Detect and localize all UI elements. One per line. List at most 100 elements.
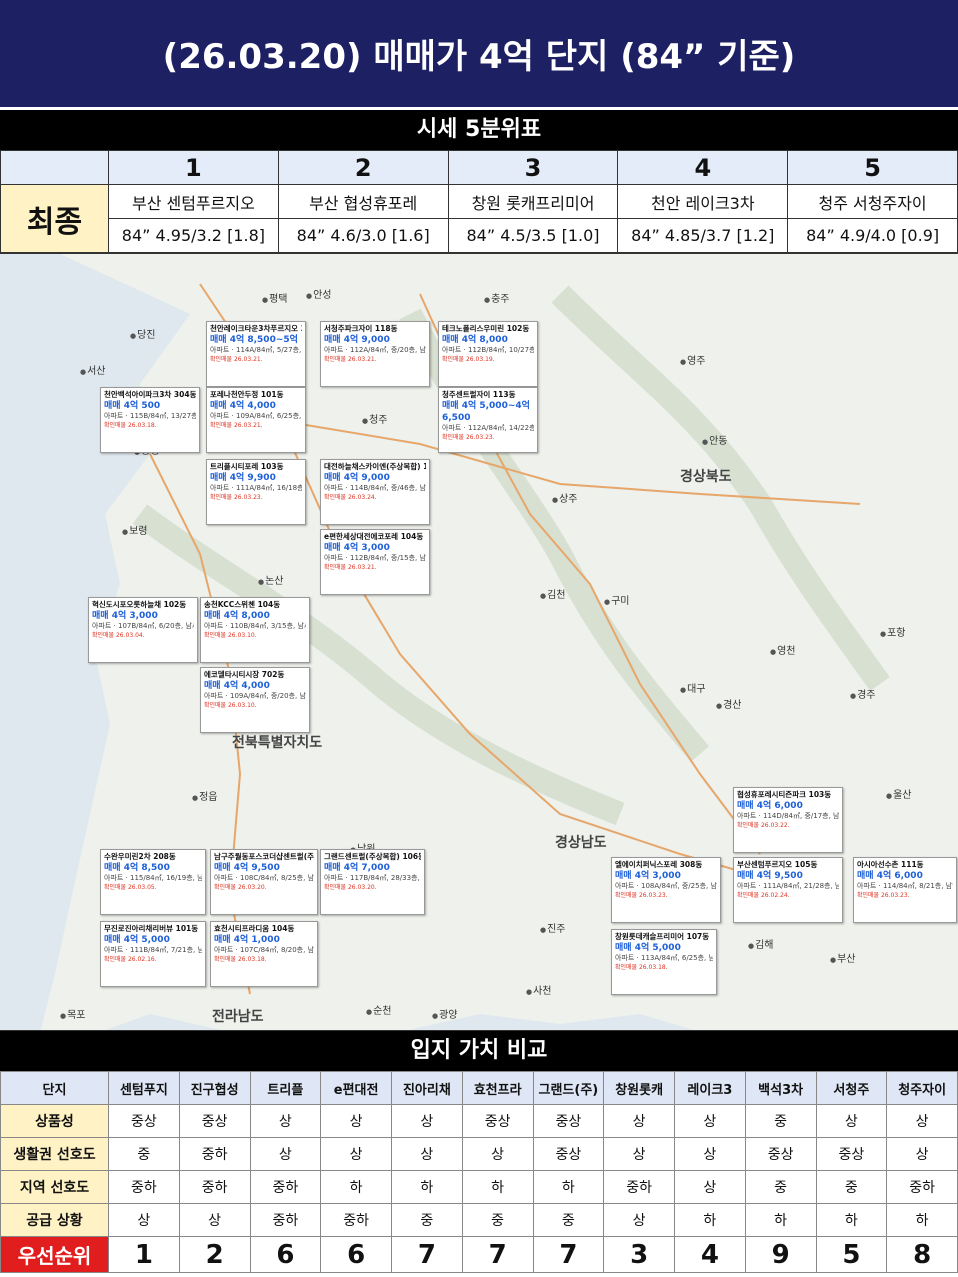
rating-cell: 중 <box>108 1137 180 1171</box>
rating-cell: 상 <box>320 1104 392 1138</box>
listing-card[interactable]: e편한세상대전에코포레 104동 매매 4억 3,000 아파트 · 112B/84… <box>320 529 430 595</box>
listing-desc: 아파트 · 110B/84㎡, 3/15층, 남서향 <box>204 622 306 631</box>
rating-cell: 상 <box>886 1104 958 1138</box>
listing-price: 매매 4억 9,000 <box>324 473 390 484</box>
listing-card[interactable]: 서청주파크자이 118동 매매 4억 9,000 아파트 · 112A/84㎡, 중… <box>320 321 430 387</box>
rating-cell: 중상 <box>108 1104 180 1138</box>
listing-card[interactable]: 아시아선수촌 111동매매 4억 6,000 아파트 · 114/84㎡, 8/2… <box>853 857 957 923</box>
rating-cell: 중 <box>744 1170 817 1204</box>
priority-cell: 6 <box>320 1236 392 1273</box>
city-label: 서산 <box>80 362 105 377</box>
region-label: 전북특별자치도 <box>232 735 323 751</box>
city-label: 상주 <box>552 490 577 505</box>
listing-card[interactable]: 혁신도시포오롯하늘채 102동 매매 4억 3,000 아파트 · 107B/84㎡… <box>88 597 198 663</box>
rating-cell: 상 <box>178 1203 251 1237</box>
listing-title: 엘에이치퍼닉스포레 308동 <box>615 860 703 869</box>
rating-cell: 하 <box>674 1203 746 1237</box>
listing-card[interactable]: 포레나천안두정 101동 매매 4억 4,000 아파트 · 109A/84㎡, 6… <box>206 387 306 453</box>
listing-card[interactable]: 그랜드센트럴(주상복합) 106동 매매 4억 7,000 아파트 · 117B/8… <box>320 849 425 915</box>
listing-card[interactable]: 창원롯데캐슬프리미어 107동 매매 4억 5,000 아파트 · 113A/84㎡… <box>611 929 717 995</box>
listing-desc: 아파트 · 112A/84㎡, 14/22층, 남동향 <box>442 424 534 433</box>
city-label: 안성 <box>306 286 331 301</box>
city-label: 포항 <box>880 624 905 639</box>
listing-title: 포레나천안두정 101동 <box>210 390 284 399</box>
rating-cell: 하 <box>744 1203 817 1237</box>
listing-date: 확인매물 26.03.23. <box>857 891 910 899</box>
listing-date: 확인매물 26.03.22. <box>737 821 790 829</box>
listing-price: 매매 4억 6,000 <box>857 871 923 882</box>
listing-price: 매매 4억 8,500 <box>104 863 170 874</box>
listing-title: 테크노폴리스우미린 102동 <box>442 324 530 333</box>
city-label: 정읍 <box>192 788 217 803</box>
rating-cell: 상 <box>391 1104 463 1138</box>
table-row: 지역 선호도 중하 중하 중하 하 하 하 하 중하 상 중 중 중하 <box>0 1170 958 1204</box>
listing-title: 창원롯데캐슬프리미어 107동 <box>615 932 710 941</box>
listing-desc: 아파트 · 114/84㎡, 8/21층, 남향 <box>857 882 953 891</box>
listing-card[interactable]: 천안레이크타운3차푸르지오 305동매매 4억 8,500~5억아파트 · 11… <box>206 321 306 387</box>
rating-cell: 하 <box>532 1170 605 1204</box>
city-label: 사천 <box>526 982 551 997</box>
listing-desc: 아파트 · 111A/84㎡, 16/18층, 남동향 <box>210 484 302 493</box>
rating-cell: 중상 <box>744 1137 817 1171</box>
city-label: 김천 <box>540 586 565 601</box>
listing-card[interactable]: 수완우미린2차 208동매매 4억 8,500 아파트 · 115/84㎡, 16… <box>100 849 206 915</box>
comparison-band: 입지 가치 비교 <box>0 1031 958 1071</box>
complex-value: 84” 4.6/3.0 [1.6] <box>277 218 449 253</box>
listing-price: 매매 4억 9,000 <box>324 335 390 346</box>
rating-cell: 중하 <box>320 1203 392 1237</box>
rating-cell: 중 <box>744 1104 817 1138</box>
rating-cell: 상 <box>461 1137 534 1171</box>
listing-card[interactable]: 협성휴포레시티즌파크 103동 매매 4억 6,000 아파트 · 114D/84㎡… <box>733 787 843 853</box>
listing-title: 청주센트럴자이 113동 <box>442 390 516 399</box>
listing-card[interactable]: 부산센텀푸르지오 105동 매매 4억 9,500 아파트 · 111A/84㎡, … <box>733 857 843 923</box>
comparison-column-header: 그랜드(주) <box>532 1071 605 1105</box>
listing-price: 매매 4억 8,000 <box>442 335 508 346</box>
listing-card[interactable]: 남구주월동포스코더샵센트럴(주상복합) 105동매매 4억 9,500아파트 ·… <box>210 849 318 915</box>
listing-card[interactable]: 에코델타시티시장 702동 매매 4억 4,000 아파트 · 109A/84㎡, … <box>200 667 310 733</box>
listing-card[interactable]: 송천KCC스위첸 104동 매매 4억 8,000 아파트 · 110B/84㎡, … <box>200 597 310 663</box>
rank-5: 5 <box>787 150 958 185</box>
listing-price: 매매 4억 9,900 <box>210 473 276 484</box>
comparison-header-row: 단지 센텀푸지 진구협성 트리플 e편대전 진아리채 효천프라 그랜드(주) 창원롯캐 레이크3 백… <box>0 1071 958 1105</box>
listing-title: 무진로진아리채리버뷰 101동 <box>104 924 199 933</box>
listing-card[interactable]: 테크노폴리스우미린 102동 매매 4억 8,000 아파트 · 112B/84㎡,… <box>438 321 538 387</box>
listing-card[interactable]: 효천시티프라디움 104동 매매 4억 1,000 아파트 · 107C/84㎡, … <box>210 921 318 987</box>
rating-cell: 중하 <box>249 1170 322 1204</box>
complex-value: 84” 4.85/3.7 [1.2] <box>617 218 789 253</box>
listing-desc: 아파트 · 115/84㎡, 16/19층, 남동향 <box>104 874 202 883</box>
priority-cell: 2 <box>178 1236 251 1273</box>
region-label: 전라남도 <box>212 1009 264 1025</box>
listing-card[interactable]: 트리플시티포레 103동 매매 4억 9,900 아파트 · 111A/84㎡, 1… <box>206 459 306 525</box>
listing-price: 매매 4억 3,000 <box>92 611 158 622</box>
listing-title: 수완우미린2차 208동 <box>104 852 176 861</box>
rating-cell: 중상 <box>815 1137 888 1171</box>
rating-cell: 상 <box>674 1137 746 1171</box>
listing-desc: 아파트 · 113A/84㎡, 6/25층, 남동향 <box>615 954 713 963</box>
listing-desc: 아파트 · 112A/84㎡, 중/20층, 남서향 <box>324 346 426 355</box>
listing-title: 아시아선수촌 111동 <box>857 860 924 869</box>
listing-title: 효천시티프라디움 104동 <box>214 924 295 933</box>
map-panel[interactable]: 경상북도 경상남도 전북특별자치도 전라남도 평택 안성 충주 당진 서산 청주… <box>0 253 958 1031</box>
comparison-column-header: e편대전 <box>320 1071 392 1105</box>
complex-name: 창원 롯캐프리미어 <box>447 184 619 219</box>
listing-card[interactable]: 천안백석아이파크3차 304동 매매 4억 500 아파트 · 115B/84㎡, … <box>100 387 200 453</box>
rating-cell: 하 <box>391 1170 463 1204</box>
final-label: 최종 <box>0 184 109 253</box>
city-label: 부산 <box>830 950 855 965</box>
rating-cell: 중 <box>461 1203 534 1237</box>
priority-cell: 1 <box>108 1236 180 1273</box>
listing-date: 확인매물 26.03.24. <box>324 493 377 501</box>
listing-title: 남구주월동포스코더샵센트럴(주상복합) 105동 <box>214 852 314 861</box>
listing-card[interactable]: 엘에이치퍼닉스포레 308동 매매 4억 3,000 아파트 · 108A/84㎡,… <box>611 857 721 923</box>
listing-card[interactable]: 대전하늘채스카이엔(주상복합) 104동매매 4억 9,000아파트 · 114… <box>320 459 430 525</box>
region-label: 경상북도 <box>680 469 732 485</box>
listing-card[interactable]: 무진로진아리채리버뷰 101동 매매 4억 5,000 아파트 · 111B/84㎡… <box>100 921 206 987</box>
listing-card[interactable]: 청주센트럴자이 113동 매매 4억 5,000~4억 6,500 아파트 · 11… <box>438 387 538 453</box>
complex-name: 부산 센텀푸르지오 <box>108 184 279 219</box>
corner-cell <box>0 150 109 185</box>
priority-cell: 8 <box>886 1236 958 1273</box>
complex-value: 84” 4.9/4.0 [0.9] <box>787 218 958 253</box>
city-label: 김해 <box>748 936 773 951</box>
listing-date: 확인매물 26.03.23. <box>615 891 668 899</box>
listing-desc: 아파트 · 112B/84㎡, 중/15층, 남동향 <box>324 554 426 563</box>
